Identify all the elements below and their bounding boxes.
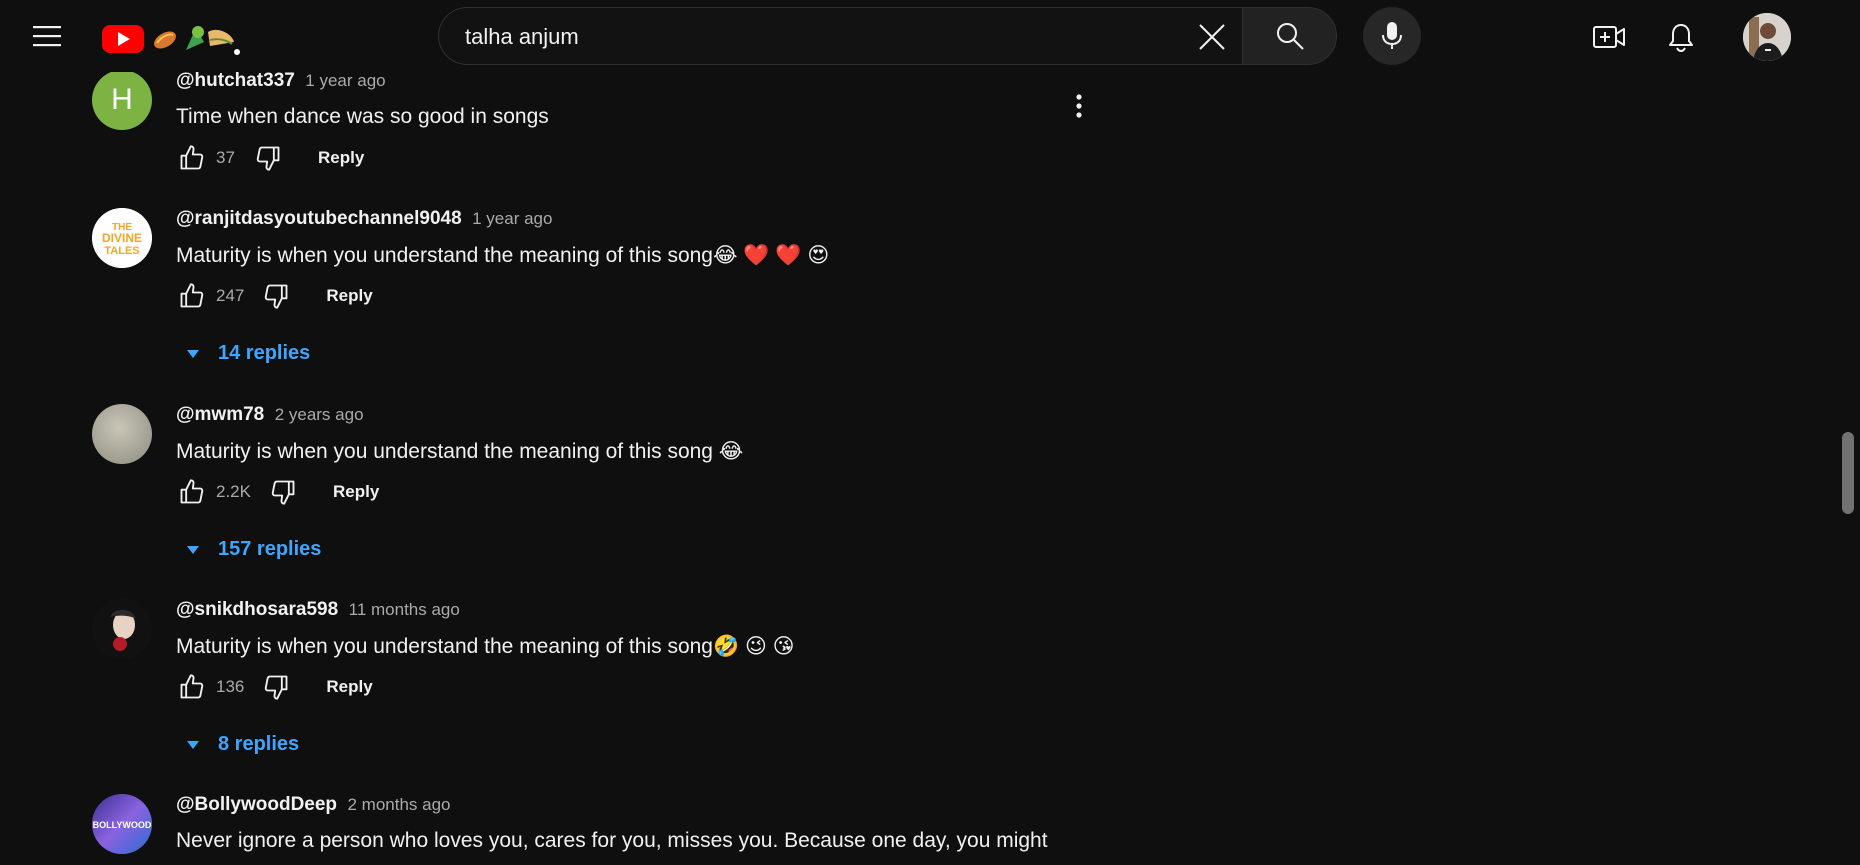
like-count: 2.2K bbox=[216, 482, 251, 501]
search-icon bbox=[1276, 23, 1304, 50]
comment-author[interactable]: @BollywoodDeep bbox=[176, 794, 337, 815]
comment-header: @hutchat337 1 year ago bbox=[176, 70, 386, 92]
reply-button[interactable]: Reply bbox=[325, 476, 387, 508]
caret-down-icon bbox=[187, 349, 199, 358]
comment-header: @snikdhosara598 11 months ago bbox=[176, 599, 460, 621]
comment-text: Maturity is when you understand the mean… bbox=[176, 635, 795, 658]
thumb-up-icon[interactable] bbox=[172, 667, 212, 707]
like-count: 136 bbox=[216, 677, 245, 696]
avatar[interactable]: H bbox=[92, 70, 152, 130]
avatar[interactable] bbox=[92, 404, 152, 464]
replies-count: 8 replies bbox=[218, 733, 300, 755]
comment-actions: 247 Reply bbox=[172, 276, 381, 316]
comment-author[interactable]: @snikdhosara598 bbox=[176, 599, 338, 620]
thumb-up-icon[interactable] bbox=[172, 138, 212, 178]
comment-header: @ranjitdasyoutubechannel9048 1 year ago bbox=[176, 208, 552, 230]
thumb-down-icon[interactable] bbox=[256, 276, 296, 316]
avatar[interactable] bbox=[1743, 13, 1791, 61]
comment-time[interactable]: 2 years ago bbox=[275, 405, 364, 424]
comment-actions: 136 Reply bbox=[172, 667, 381, 707]
view-replies-button[interactable]: 157 replies bbox=[176, 538, 321, 561]
avatar-letter: H bbox=[111, 83, 133, 116]
comment-text: Maturity is when you understand the mean… bbox=[176, 244, 830, 267]
comment-time[interactable]: 1 year ago bbox=[472, 209, 552, 228]
microphone-icon[interactable] bbox=[1363, 7, 1421, 65]
reply-button[interactable]: Reply bbox=[318, 280, 380, 312]
reply-button[interactable]: Reply bbox=[318, 671, 380, 703]
create-video-icon[interactable] bbox=[1588, 16, 1630, 58]
comment-time[interactable]: 2 months ago bbox=[348, 795, 451, 814]
hamburger-icon[interactable] bbox=[26, 16, 68, 56]
comment-author[interactable]: @mwm78 bbox=[176, 404, 264, 425]
comment-author[interactable]: @ranjitdasyoutubechannel9048 bbox=[176, 208, 462, 229]
comment-author[interactable]: @hutchat337 bbox=[176, 70, 295, 91]
comment-text: Time when dance was so good in songs bbox=[176, 105, 549, 128]
view-replies-button[interactable]: 14 replies bbox=[176, 342, 310, 365]
comment-time[interactable]: 1 year ago bbox=[305, 71, 385, 90]
like-count: 247 bbox=[216, 286, 245, 305]
replies-count: 157 replies bbox=[218, 538, 322, 560]
account-avatar bbox=[1743, 13, 1791, 61]
avatar[interactable]: THE DIVINE TALES bbox=[92, 208, 152, 268]
youtube-logo-icon[interactable] bbox=[100, 18, 250, 60]
comment-header: @BollywoodDeep 2 months ago bbox=[176, 794, 451, 816]
comment-text: Maturity is when you understand the mean… bbox=[176, 440, 744, 463]
thumb-down-icon[interactable] bbox=[256, 667, 296, 707]
bell-icon[interactable] bbox=[1660, 16, 1702, 58]
bollywood-logo: BOLLYWOOD bbox=[92, 794, 152, 854]
replies-count: 14 replies bbox=[218, 342, 311, 364]
caret-down-icon bbox=[187, 740, 199, 749]
search-button[interactable] bbox=[1242, 7, 1337, 65]
more-vert-icon[interactable] bbox=[1064, 86, 1094, 126]
comment-actions: 2.2K Reply bbox=[172, 472, 387, 512]
thumb-up-icon[interactable] bbox=[172, 472, 212, 512]
like-count: 37 bbox=[216, 148, 235, 167]
scrollbar-thumb[interactable] bbox=[1842, 432, 1854, 514]
close-icon[interactable] bbox=[1191, 16, 1233, 58]
thumb-down-icon[interactable] bbox=[248, 138, 288, 178]
masthead bbox=[0, 0, 1860, 72]
caret-down-icon bbox=[187, 545, 199, 554]
avatar[interactable] bbox=[92, 599, 152, 659]
search-input[interactable] bbox=[463, 8, 1167, 66]
reply-button[interactable]: Reply bbox=[310, 142, 372, 174]
search-box bbox=[438, 7, 1242, 66]
svg-text:TALES: TALES bbox=[104, 245, 139, 257]
svg-text:DIVINE: DIVINE bbox=[102, 231, 142, 245]
comment-actions: 37 Reply bbox=[172, 138, 372, 178]
comment-header: @mwm78 2 years ago bbox=[176, 404, 364, 426]
thumb-down-icon[interactable] bbox=[263, 472, 303, 512]
divine-tales-logo: THE DIVINE TALES bbox=[92, 208, 152, 268]
avatar[interactable]: BOLLYWOOD bbox=[92, 794, 152, 854]
comment-text: Never ignore a person who loves you, car… bbox=[176, 829, 1048, 852]
svg-text:BOLLYWOOD: BOLLYWOOD bbox=[93, 820, 152, 830]
view-replies-button[interactable]: 8 replies bbox=[176, 733, 299, 756]
thumb-up-icon[interactable] bbox=[172, 276, 212, 316]
comment-time[interactable]: 11 months ago bbox=[349, 600, 460, 619]
profile-photo bbox=[92, 599, 152, 659]
